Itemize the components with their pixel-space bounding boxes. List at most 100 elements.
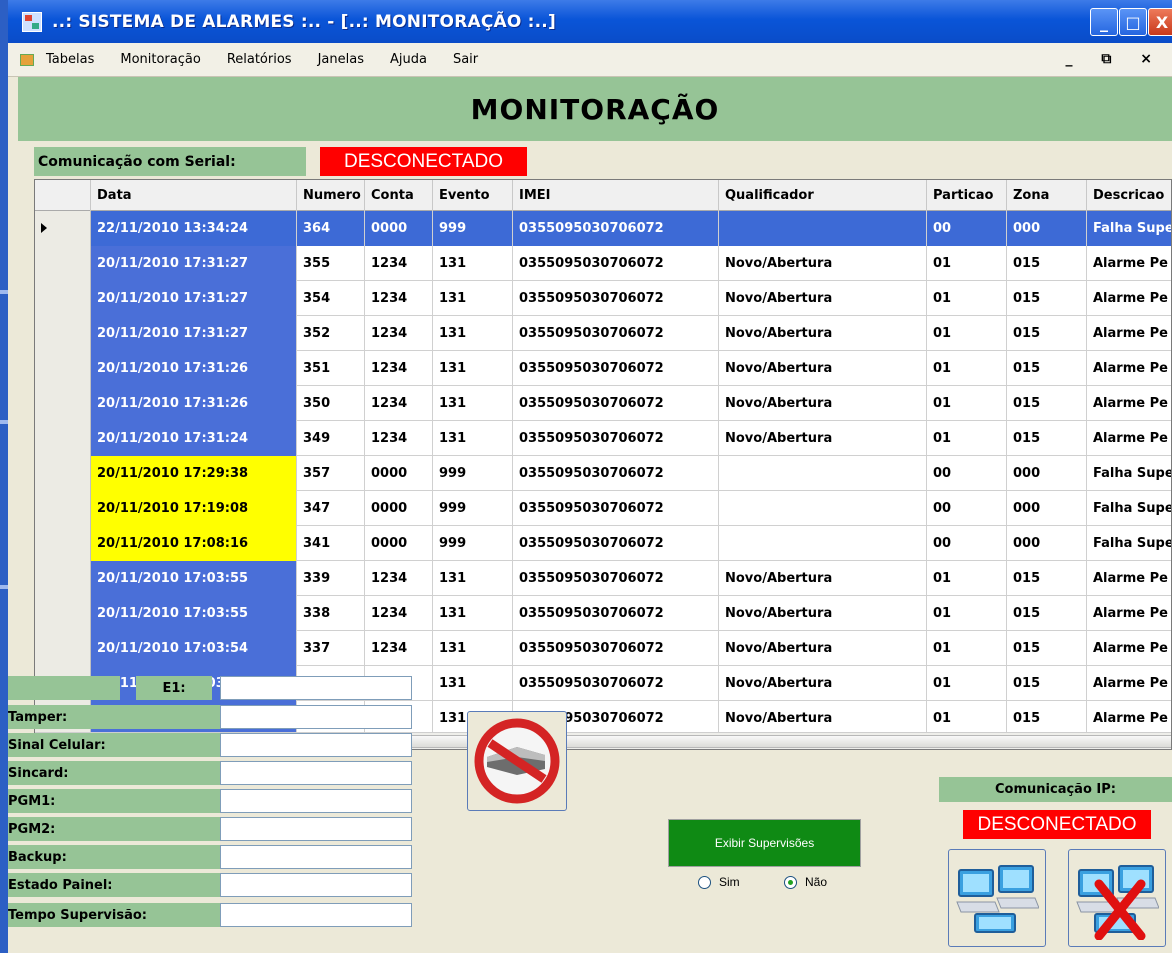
row-header[interactable]	[35, 316, 91, 351]
cell-data[interactable]: 20/11/2010 17:03:55	[91, 596, 297, 631]
cell-particao[interactable]: 01	[927, 596, 1007, 631]
cell-imei[interactable]: 0355095030706072	[513, 281, 719, 316]
cell-evento[interactable]: 999	[433, 526, 513, 561]
cell-evento[interactable]: 999	[433, 456, 513, 491]
cell-qualificador[interactable]: Novo/Abertura	[719, 421, 927, 456]
menu-relatorios[interactable]: Relatórios	[227, 52, 292, 67]
table-row[interactable]: 20/11/2010 17:29:38 357 0000 999 03550950307…	[35, 456, 1171, 491]
column-header-qualificador[interactable]: Qualificador	[719, 180, 927, 211]
cell-particao[interactable]: 01	[927, 561, 1007, 596]
window-titlebar[interactable]: ..: SISTEMA DE ALARMES :.. - [..: MONITO…	[8, 0, 1172, 43]
cell-zona[interactable]: 000	[1007, 526, 1087, 561]
table-row[interactable]: 20/11/2010 17:19:08 347 0000 999 03550950307…	[35, 491, 1171, 526]
cell-qualificador[interactable]: Novo/Abertura	[719, 281, 927, 316]
menu-sair[interactable]: Sair	[453, 52, 478, 67]
radio-sim[interactable]: Sim	[698, 875, 740, 889]
row-header[interactable]	[35, 386, 91, 421]
cell-numero[interactable]: 347	[297, 491, 365, 526]
row-header[interactable]	[35, 351, 91, 386]
field-value-box[interactable]	[220, 733, 412, 757]
cell-conta[interactable]: 1234	[365, 351, 433, 386]
cell-particao[interactable]: 01	[927, 351, 1007, 386]
cell-zona[interactable]: 015	[1007, 351, 1087, 386]
cell-zona[interactable]: 015	[1007, 246, 1087, 281]
cell-zona[interactable]: 015	[1007, 631, 1087, 666]
cell-evento[interactable]: 131	[433, 316, 513, 351]
table-row[interactable]: 20/11/2010 17:31:27 354 1234 131 03550950307…	[35, 281, 1171, 316]
table-row[interactable]: 20/11/2010 17:31:27 352 1234 131 03550950307…	[35, 316, 1171, 351]
cell-imei[interactable]: 0355095030706072	[513, 211, 719, 246]
cell-zona[interactable]: 000	[1007, 211, 1087, 246]
menu-janelas[interactable]: Janelas	[318, 52, 364, 67]
mdi-window-controls[interactable]: _ ⧉ ×	[1066, 51, 1164, 67]
cell-particao[interactable]: 01	[927, 386, 1007, 421]
cell-evento[interactable]: 131	[433, 631, 513, 666]
cell-data[interactable]: 22/11/2010 13:34:24	[91, 211, 297, 246]
cell-imei[interactable]: 0355095030706072	[513, 596, 719, 631]
cell-particao[interactable]: 01	[927, 246, 1007, 281]
cell-conta[interactable]: 1234	[365, 386, 433, 421]
events-grid[interactable]: Data Numero Conta Evento IMEI Qualificad…	[34, 179, 1172, 750]
column-header-numero[interactable]: Numero	[297, 180, 365, 211]
cell-zona[interactable]: 015	[1007, 421, 1087, 456]
table-row[interactable]: 20/11/2010 17:08:16 341 0000 999 03550950307…	[35, 526, 1171, 561]
table-row[interactable]: 22/11/2010 13:34:24 364 0000 999 03550950307…	[35, 211, 1171, 246]
minimize-button[interactable]: _	[1090, 8, 1118, 36]
column-header-evento[interactable]: Evento	[433, 180, 513, 211]
cell-conta[interactable]: 0000	[365, 456, 433, 491]
cell-descricao[interactable]: Alarme Pe	[1087, 386, 1171, 421]
siren-mute-button[interactable]	[467, 711, 567, 811]
cell-descricao[interactable]: Alarme Pe	[1087, 631, 1171, 666]
cell-numero[interactable]: 339	[297, 561, 365, 596]
cell-conta[interactable]: 1234	[365, 561, 433, 596]
cell-descricao[interactable]: Alarme Pe	[1087, 701, 1171, 736]
cell-data[interactable]: 20/11/2010 17:31:24	[91, 421, 297, 456]
field-value-box[interactable]	[220, 903, 412, 927]
cell-imei[interactable]: 0355095030706072	[513, 246, 719, 281]
cell-evento[interactable]: 131	[433, 421, 513, 456]
cell-conta[interactable]: 1234	[365, 246, 433, 281]
cell-particao[interactable]: 01	[927, 421, 1007, 456]
menu-tabelas[interactable]: Tabelas	[46, 52, 94, 67]
cell-particao[interactable]: 00	[927, 526, 1007, 561]
cell-imei[interactable]: 0355095030706072	[513, 526, 719, 561]
column-header-descricao[interactable]: Descricao	[1087, 180, 1171, 211]
cell-qualificador[interactable]: Novo/Abertura	[719, 316, 927, 351]
row-header[interactable]	[35, 526, 91, 561]
cell-conta[interactable]: 1234	[365, 421, 433, 456]
mdi-child-icon[interactable]	[20, 53, 34, 66]
menu-monitoracao[interactable]: Monitoração	[120, 52, 200, 67]
cell-conta[interactable]: 1234	[365, 596, 433, 631]
cell-numero[interactable]: 354	[297, 281, 365, 316]
cell-data[interactable]: 20/11/2010 17:31:27	[91, 246, 297, 281]
cell-zona[interactable]: 000	[1007, 491, 1087, 526]
row-header[interactable]	[35, 561, 91, 596]
cell-zona[interactable]: 015	[1007, 666, 1087, 701]
row-header[interactable]	[35, 456, 91, 491]
table-row[interactable]: 20/11/2010 17:31:26 351 1234 131 03550950307…	[35, 351, 1171, 386]
cell-conta[interactable]: 0000	[365, 491, 433, 526]
cell-evento[interactable]: 131	[433, 666, 513, 701]
row-header[interactable]	[35, 281, 91, 316]
cell-particao[interactable]: 01	[927, 316, 1007, 351]
cell-data[interactable]: 20/11/2010 17:31:27	[91, 281, 297, 316]
cell-particao[interactable]: 00	[927, 491, 1007, 526]
cell-data[interactable]: 20/11/2010 17:31:26	[91, 386, 297, 421]
close-button[interactable]: X	[1148, 8, 1172, 36]
cell-data[interactable]: 20/11/2010 17:29:38	[91, 456, 297, 491]
cell-numero[interactable]: 350	[297, 386, 365, 421]
cell-numero[interactable]: 355	[297, 246, 365, 281]
cell-descricao[interactable]: Alarme Pe	[1087, 421, 1171, 456]
cell-conta[interactable]: 0000	[365, 526, 433, 561]
cell-qualificador[interactable]: Novo/Abertura	[719, 351, 927, 386]
cell-zona[interactable]: 015	[1007, 596, 1087, 631]
cell-evento[interactable]: 999	[433, 211, 513, 246]
cell-numero[interactable]: 351	[297, 351, 365, 386]
radio-nao-circle[interactable]	[784, 875, 797, 889]
cell-data[interactable]: 20/11/2010 17:31:26	[91, 351, 297, 386]
cell-numero[interactable]: 352	[297, 316, 365, 351]
cell-numero[interactable]: 349	[297, 421, 365, 456]
column-header-zona[interactable]: Zona	[1007, 180, 1087, 211]
cell-data[interactable]: 20/11/2010 17:08:16	[91, 526, 297, 561]
cell-conta[interactable]: 1234	[365, 316, 433, 351]
